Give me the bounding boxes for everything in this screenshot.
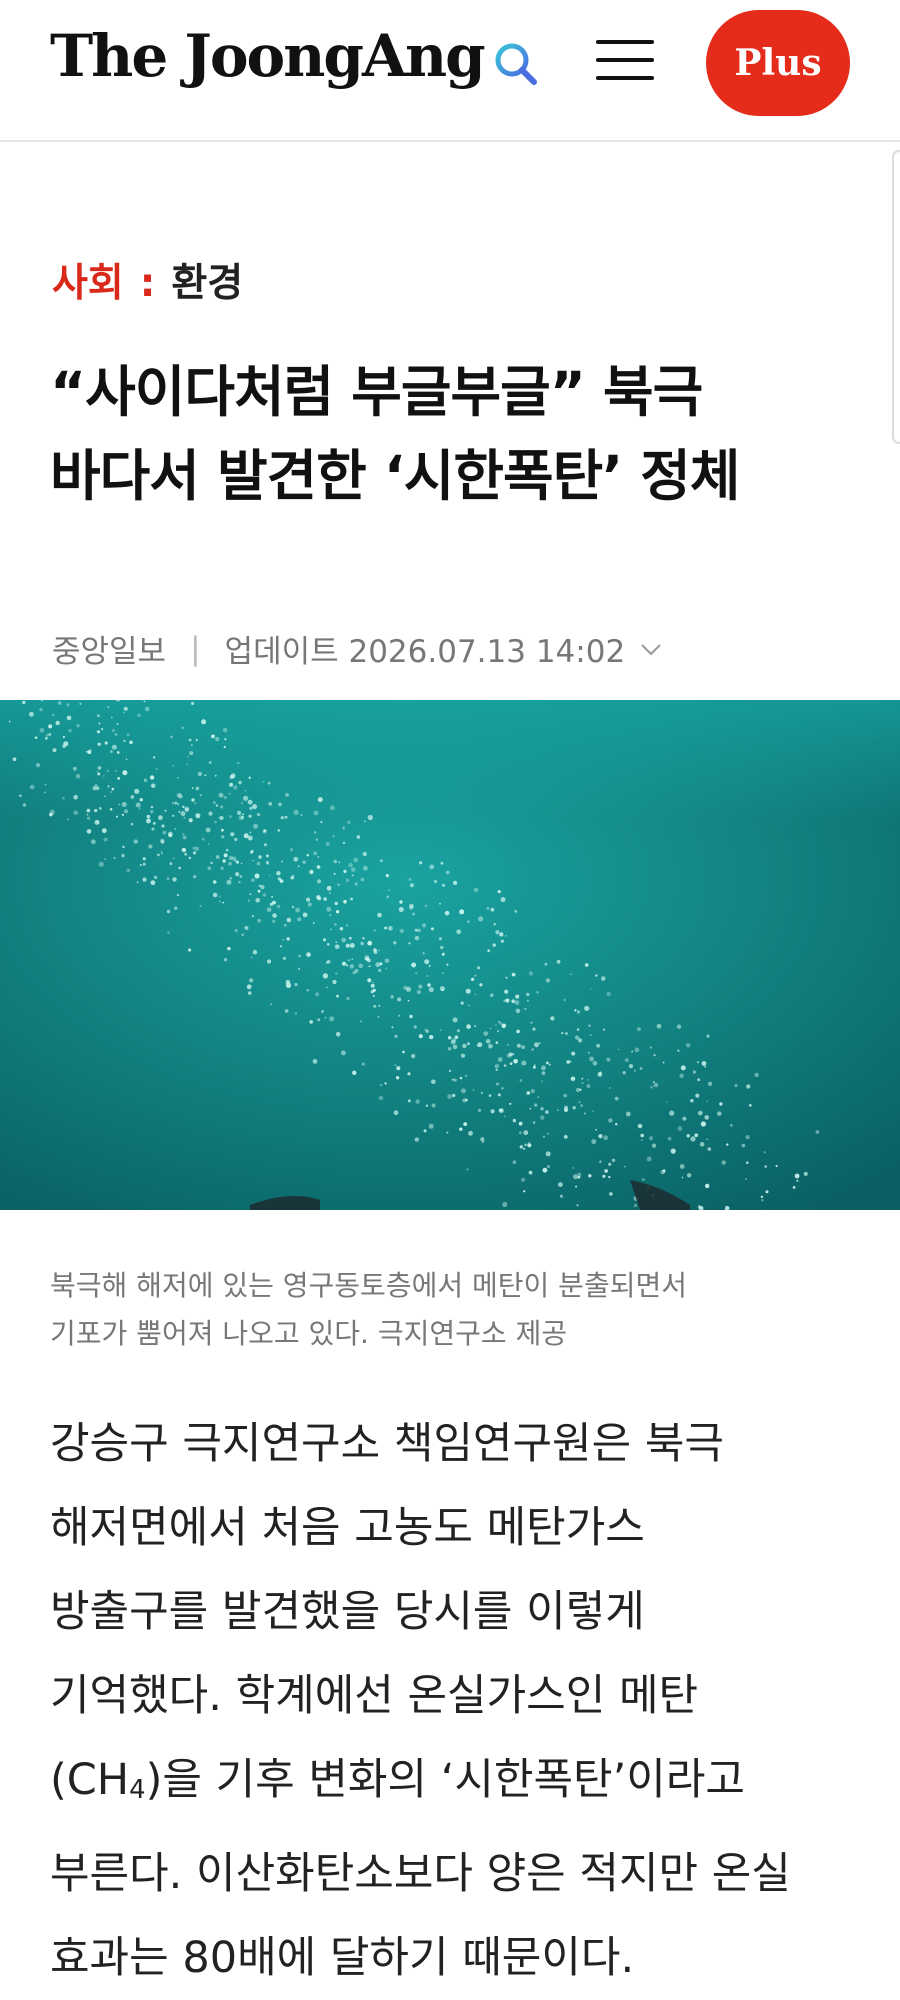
breadcrumb-subsection[interactable]: 환경 — [171, 261, 243, 306]
breadcrumb-separator: : — [140, 261, 156, 306]
meta-divider: | — [190, 631, 200, 667]
body-line: 기억했다. 학계에선 온실가스인 메탄 — [50, 1654, 850, 1738]
underwater-methane-image — [0, 700, 900, 1210]
article-source[interactable]: 중앙일보 — [52, 626, 166, 671]
article-body: 강승구 극지연구소 책임연구원은 북극 해저면에서 처음 고농도 메탄가스 방출… — [50, 1402, 850, 2000]
search-icon[interactable] — [490, 38, 544, 92]
scroll-indicator — [892, 150, 900, 444]
chevron-down-icon[interactable] — [639, 637, 663, 661]
menu-icon[interactable] — [596, 40, 654, 86]
caption-line: 북극해 해저에 있는 영구동토층에서 메탄이 분출되면서 — [50, 1262, 850, 1310]
breadcrumb-section[interactable]: 사회 — [52, 261, 124, 306]
body-line: 부른다. 이산화탄소보다 양은 적지만 온실 — [50, 1832, 850, 1916]
plus-button[interactable]: Plus — [706, 10, 850, 116]
body-line: 강승구 극지연구소 책임연구원은 북극 — [50, 1402, 850, 1486]
caption-line: 기포가 뿜어져 나오고 있다. 극지연구소 제공 — [50, 1310, 850, 1358]
headline-line: 바다서 발견한 ‘시한폭탄’ 정체 — [50, 434, 870, 518]
body-line: 방출구를 발견했을 당시를 이렇게 — [50, 1570, 850, 1654]
breadcrumb: 사회: 환경 — [52, 252, 243, 308]
article-photo — [0, 700, 900, 1210]
body-line: 해저면에서 처음 고농도 메탄가스 — [50, 1486, 850, 1570]
chem-subscript: 4 — [129, 1775, 145, 1805]
photo-caption: 북극해 해저에 있는 영구동토층에서 메탄이 분출되면서 기포가 뿜어져 나오고… — [50, 1262, 850, 1358]
body-line: 효과는 80배에 달하기 때문이다. — [50, 1916, 850, 2000]
site-header: The JoongAng Plus — [0, 0, 900, 142]
article-meta: 중앙일보 | 업데이트 2026.07.13 14:02 — [52, 626, 663, 671]
chem-formula: (CH — [50, 1755, 129, 1805]
site-logo[interactable]: The JoongAng — [50, 22, 484, 90]
article-headline: “사이다처럼 부글부글” 북극 바다서 발견한 ‘시한폭탄’ 정체 — [50, 350, 870, 518]
body-line: (CH4)을 기후 변화의 ‘시한폭탄’이라고 — [50, 1738, 850, 1832]
body-line-rest: )을 기후 변화의 ‘시한폭탄’이라고 — [146, 1755, 745, 1805]
headline-line: “사이다처럼 부글부글” 북극 — [50, 350, 870, 434]
article-updated: 업데이트 2026.07.13 14:02 — [225, 626, 626, 671]
